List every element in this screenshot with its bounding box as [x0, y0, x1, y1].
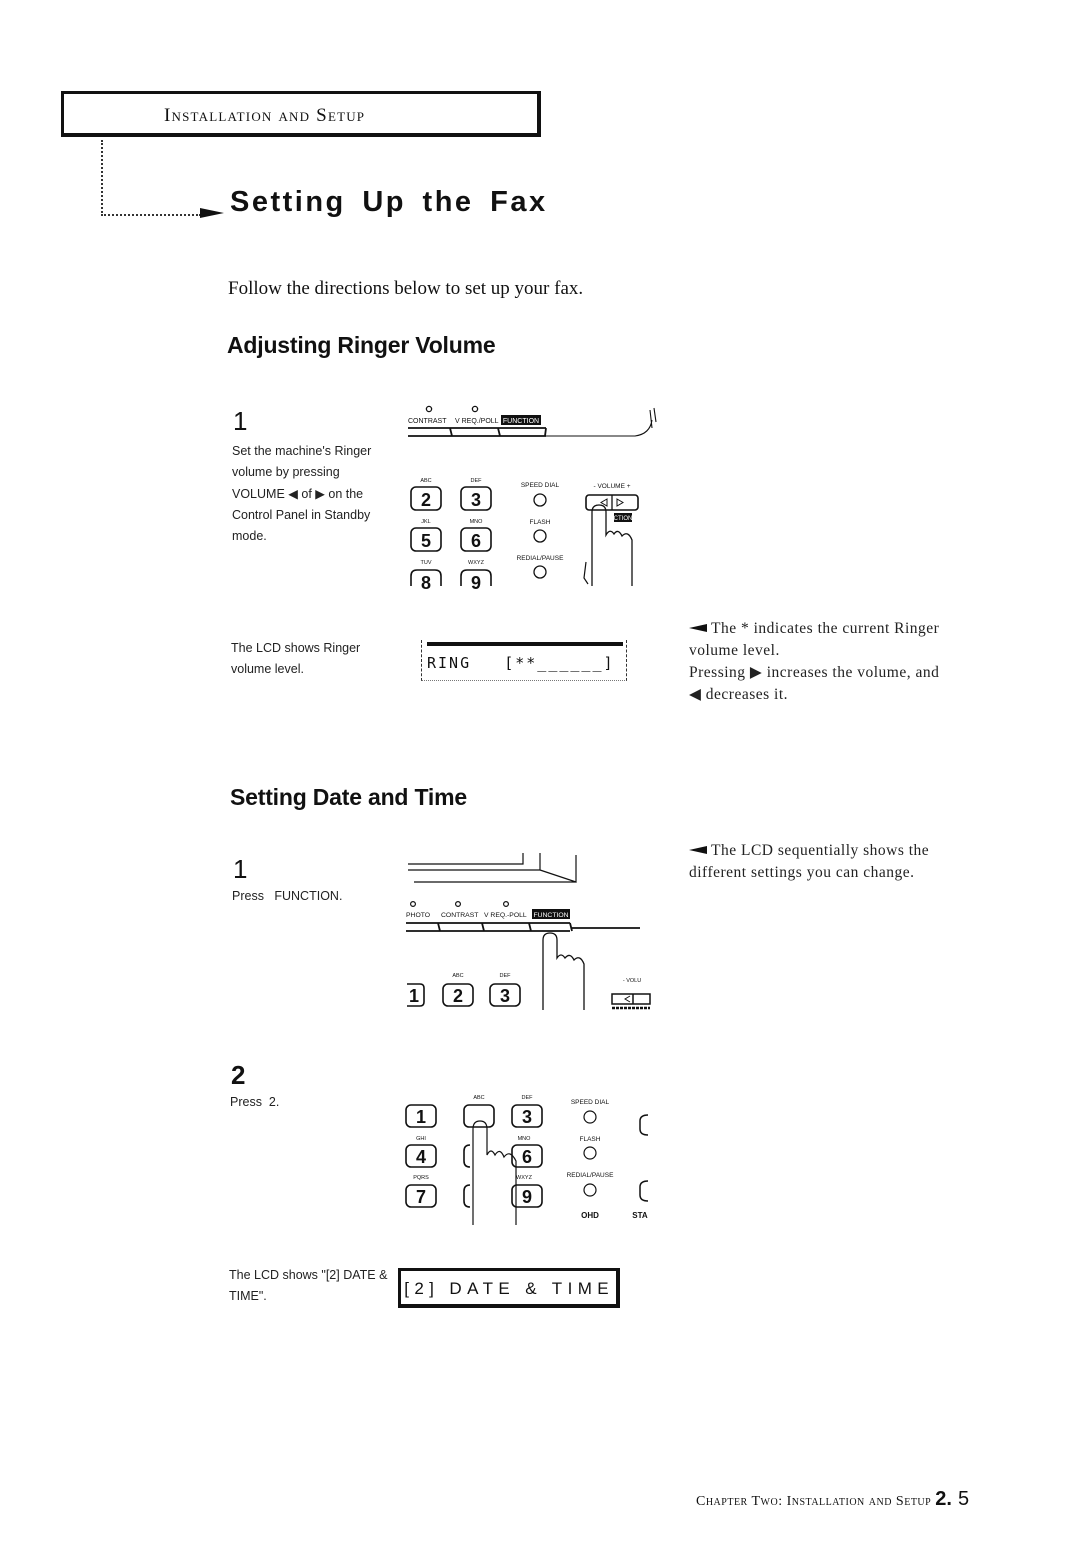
svg-text:3: 3	[500, 986, 510, 1006]
keypad-illustration-press-2: ABC DEF GHI MNO PQRS WXYZ 1 3 4 6 7 9 SP…	[405, 1095, 649, 1225]
triangle-right-icon: ▶	[315, 486, 325, 501]
lcd-display-ring: RING [**______]	[421, 640, 627, 682]
svg-text:1: 1	[409, 986, 419, 1006]
intro-text: Follow the directions below to set up yo…	[228, 278, 584, 299]
step-number: 2	[231, 1060, 246, 1090]
svg-text:6: 6	[471, 531, 481, 551]
svg-text:CTION: CTION	[614, 516, 633, 522]
svg-text:9: 9	[522, 1187, 532, 1207]
svg-text:5: 5	[421, 531, 431, 551]
section-title-ringer-volume: Adjusting Ringer Volume	[227, 332, 496, 358]
svg-text:ABC: ABC	[420, 478, 431, 484]
svg-text:7: 7	[416, 1187, 426, 1207]
svg-text:2: 2	[421, 490, 431, 510]
top-button-row	[408, 427, 547, 437]
svg-text:REDIAL/PAUSE: REDIAL/PAUSE	[567, 1172, 615, 1179]
side-note-date-time: The LCD sequentially shows the different…	[689, 842, 930, 881]
section-title-date-time: Setting Date and Time	[230, 784, 467, 810]
svg-text:DEF: DEF	[522, 1095, 534, 1101]
lcd-display-date-time: [2] DATE & TIME	[398, 1268, 620, 1308]
triangle-left-icon: ◀	[288, 486, 298, 501]
pointing-hand	[472, 1120, 517, 1225]
svg-text:GHI: GHI	[416, 1136, 426, 1142]
svg-text:SPEED DIAL: SPEED DIAL	[571, 1099, 610, 1106]
svg-text:PHOTO: PHOTO	[406, 912, 430, 919]
lcd-text: RING [**______]	[427, 654, 615, 672]
svg-text:9: 9	[471, 573, 481, 593]
svg-text:- VOLUME +: - VOLUME +	[593, 483, 630, 490]
svg-text:PQRS: PQRS	[413, 1175, 429, 1181]
svg-text:FUNCTION: FUNCTION	[533, 912, 568, 919]
svg-text:MNO: MNO	[470, 519, 484, 525]
redial-pause-button	[583, 1183, 597, 1197]
svg-text:8: 8	[421, 573, 431, 593]
svg-text:V REQ.-POLL: V REQ.-POLL	[484, 912, 527, 919]
svg-text:OHD: OHD	[581, 1211, 599, 1220]
step-instructions: Set the machine's Ringer volume by press…	[232, 444, 372, 544]
svg-text:DEF: DEF	[500, 973, 512, 979]
svg-text:2: 2	[453, 986, 463, 1006]
svg-text:JKL: JKL	[421, 519, 430, 525]
svg-text:FLASH: FLASH	[580, 1136, 601, 1143]
pointing-hand	[542, 932, 585, 1010]
indicator-led	[471, 405, 479, 413]
arrow-right-icon	[200, 208, 224, 218]
svg-text:REDIAL/PAUSE: REDIAL/PAUSE	[517, 555, 565, 562]
asterisk-icon: *	[740, 620, 750, 637]
side-note-ringer: The * indicates the current Ringer volum…	[689, 620, 940, 703]
control-panel-illustration-function: FUNCTION PHOTO CONTRAST V REQ.-POLL ABC …	[406, 853, 651, 1010]
svg-text:WXYZ: WXYZ	[468, 560, 485, 566]
chapter-header-box: Installation and Setup	[61, 91, 541, 137]
svg-text:WXYZ: WXYZ	[516, 1175, 533, 1181]
step-number: 1	[233, 406, 248, 436]
flash-button	[583, 1146, 597, 1160]
svg-text:MNO: MNO	[518, 1136, 532, 1142]
page-number-minor: 5	[951, 1488, 970, 1510]
chapter-label: Installation and Setup	[164, 105, 366, 126]
flash-button	[533, 529, 547, 543]
speed-dial-button	[533, 493, 547, 507]
svg-text:4: 4	[416, 1147, 426, 1167]
svg-text:6: 6	[522, 1147, 532, 1167]
svg-text:TUV: TUV	[421, 560, 432, 566]
svg-text:STA: STA	[632, 1211, 648, 1220]
control-panel-illustration-volume: FUNCTION CONTRAST V REQ./POLL ABC DEF JK…	[408, 405, 657, 593]
lcd-caption: The LCD shows "[2] DATE & TIME".	[229, 1268, 388, 1304]
footer-chapter: Chapter Two: Installation and Setup	[696, 1494, 936, 1509]
svg-text:3: 3	[471, 490, 481, 510]
svg-text:1: 1	[416, 1107, 426, 1127]
svg-text:FUNCTION: FUNCTION	[503, 418, 539, 425]
redial-pause-button	[533, 565, 547, 579]
svg-text:V REQ./POLL: V REQ./POLL	[455, 418, 499, 425]
leader-line-horizontal	[101, 214, 201, 216]
triangle-left-icon: ◀	[689, 686, 702, 703]
page-footer: Chapter Two: Installation and Setup 2. 5	[696, 1488, 970, 1511]
svg-text:CONTRAST: CONTRAST	[441, 912, 478, 919]
lcd-caption: The LCD shows Ringer volume level.	[231, 641, 361, 677]
lcd-text: [2] DATE & TIME	[404, 1279, 614, 1298]
top-button-row	[406, 922, 640, 932]
svg-text:ABC: ABC	[452, 973, 463, 979]
svg-text:- VOLU: - VOLU	[623, 978, 641, 984]
svg-text:SPEED DIAL: SPEED DIAL	[521, 482, 560, 489]
leader-line-vertical	[101, 140, 103, 216]
triangle-right-icon: ▶	[749, 664, 763, 681]
page-title: Setting Up the Fax	[230, 186, 548, 218]
pointer-arrow-icon	[689, 846, 707, 854]
volume-key	[611, 993, 651, 1005]
speed-dial-button	[583, 1110, 597, 1124]
step-instructions: Press FUNCTION.	[232, 889, 343, 903]
svg-text:CONTRAST: CONTRAST	[408, 418, 447, 425]
svg-text:DEF: DEF	[471, 478, 483, 484]
panel-cover-outline	[408, 853, 577, 883]
step-instructions: Press 2.	[230, 1095, 280, 1109]
svg-text:3: 3	[522, 1107, 532, 1127]
indicator-led	[425, 405, 433, 413]
pointer-arrow-icon	[689, 624, 707, 632]
step-number: 1	[233, 854, 248, 884]
svg-text:FLASH: FLASH	[530, 519, 551, 526]
svg-text:ABC: ABC	[473, 1095, 484, 1101]
page-number-major: 2.	[935, 1488, 952, 1510]
